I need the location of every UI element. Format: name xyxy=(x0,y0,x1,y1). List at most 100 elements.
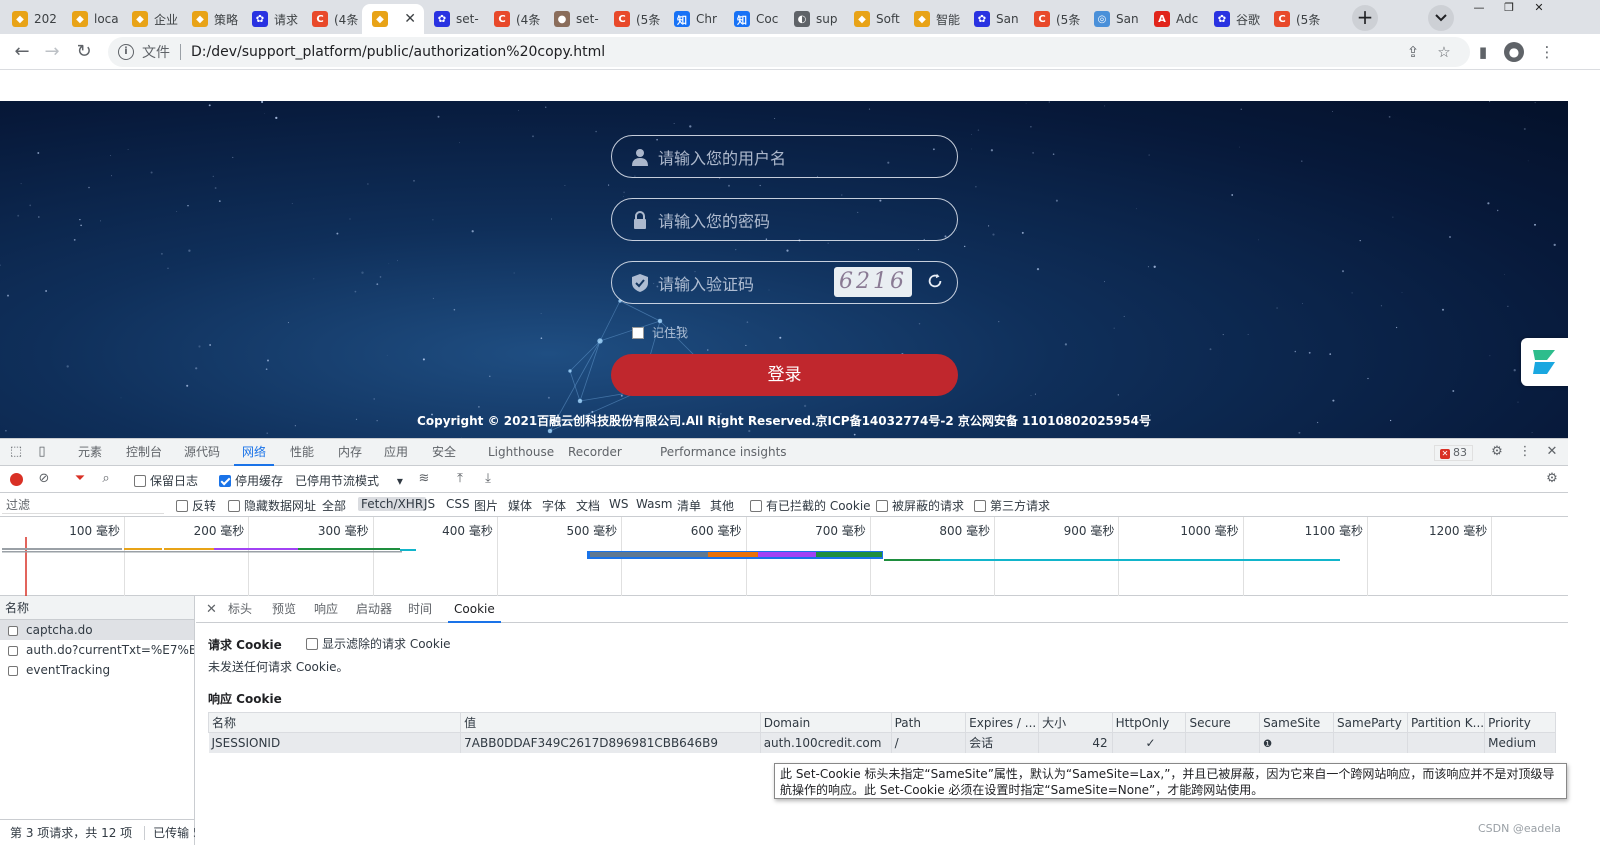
password-field[interactable]: 请输入您的密码 xyxy=(611,198,958,241)
back-button[interactable]: ← xyxy=(10,40,34,64)
browser-tab-19[interactable]: A Adc xyxy=(1144,4,1204,34)
devtools-tab-7[interactable]: 安全 xyxy=(424,439,464,466)
type-filter-8[interactable]: WS xyxy=(609,497,628,511)
show-filtered-checkbox[interactable] xyxy=(306,638,318,650)
browser-tab-15[interactable]: ◆ 智能 xyxy=(904,4,964,34)
filter-input[interactable]: 过滤 xyxy=(2,496,164,514)
browser-tab-17[interactable]: C (5条 xyxy=(1024,4,1084,34)
third-party-toggle[interactable]: 第三方请求 xyxy=(974,497,1050,514)
blocked-requests-toggle[interactable]: 被屏蔽的请求 xyxy=(876,497,964,514)
detail-tab-1[interactable]: 预览 xyxy=(266,596,302,623)
browser-tab-12[interactable]: 知 Coc xyxy=(724,4,784,34)
devtools-tab-1[interactable]: 控制台 xyxy=(118,439,170,466)
browser-tab-5[interactable]: C (4条 xyxy=(302,4,362,34)
devtools-tab-9[interactable]: Recorder xyxy=(560,439,630,466)
devtools-tab-4[interactable]: 性能 xyxy=(282,439,322,466)
close-tab-icon[interactable]: ✕ xyxy=(404,11,416,27)
type-filter-2[interactable]: JS xyxy=(424,497,435,511)
cookie-column-header[interactable]: Priority xyxy=(1484,712,1556,733)
login-button[interactable]: 登录 xyxy=(611,354,958,396)
browser-tab-16[interactable]: ✿ San xyxy=(964,4,1024,34)
new-tab-button[interactable]: + xyxy=(1352,5,1378,31)
device-toolbar-icon[interactable]: ▯ xyxy=(34,444,50,460)
info-icon[interactable]: i xyxy=(118,44,134,60)
network-settings-gear-icon[interactable]: ⚙ xyxy=(1544,471,1560,487)
filter-funnel-icon[interactable]: ⏷ xyxy=(72,471,88,487)
browser-tab-1[interactable]: ◆ loca xyxy=(62,4,122,34)
settings-gear-icon[interactable]: ⚙ xyxy=(1489,444,1505,460)
url-text[interactable]: D:/dev/support_platform/public/authoriza… xyxy=(191,44,605,60)
export-har-icon[interactable]: ⤓ xyxy=(480,471,496,487)
browser-tab-10[interactable]: C (5条 xyxy=(604,4,664,34)
request-row[interactable]: captcha.do xyxy=(0,620,194,640)
samesite-warning-icon[interactable]: ❶ xyxy=(1263,739,1272,750)
close-window-button[interactable]: ✕ xyxy=(1524,0,1554,18)
third-party-checkbox[interactable] xyxy=(974,500,986,512)
captcha-image[interactable]: 6216 xyxy=(834,267,912,297)
show-filtered-toggle[interactable]: 显示滤除的请求 Cookie xyxy=(306,635,451,652)
request-row[interactable]: eventTracking xyxy=(0,660,194,680)
detail-tab-2[interactable]: 响应 xyxy=(308,596,344,623)
devtools-tab-3[interactable]: 网络 xyxy=(234,439,275,466)
type-filter-6[interactable]: 字体 xyxy=(542,497,566,514)
devtools-tab-5[interactable]: 内存 xyxy=(330,439,370,466)
devtools-tab-6[interactable]: 应用 xyxy=(376,439,416,466)
import-har-icon[interactable]: ⤒ xyxy=(452,471,468,487)
browser-tab-18[interactable]: ◎ San xyxy=(1084,4,1144,34)
browser-tab-9[interactable]: ● set- xyxy=(544,4,604,34)
preserve-log-checkbox[interactable] xyxy=(134,475,146,487)
detail-tab-5[interactable]: Cookie xyxy=(448,596,501,623)
disable-cache-checkbox[interactable] xyxy=(219,475,231,487)
type-filter-7[interactable]: 文档 xyxy=(576,497,600,514)
cookie-column-header[interactable]: Domain xyxy=(759,712,892,733)
blocked-cookies-toggle[interactable]: 有已拦截的 Cookie xyxy=(750,497,871,514)
refresh-captcha-icon[interactable] xyxy=(926,272,944,290)
cookie-column-header[interactable]: SameSite xyxy=(1259,712,1335,733)
cookie-column-header[interactable]: 大小 xyxy=(1038,712,1113,733)
hide-data-urls-checkbox[interactable] xyxy=(228,500,240,512)
throttling-select[interactable]: 已停用节流模式 ▾ xyxy=(295,472,403,489)
detail-tab-4[interactable]: 时间 xyxy=(402,596,438,623)
profile-avatar-icon[interactable]: ● xyxy=(1504,42,1524,62)
name-column-header[interactable]: 名称 xyxy=(0,596,194,620)
side-panel-icon[interactable]: ▮ xyxy=(1474,43,1492,61)
invert-toggle[interactable]: 反转 xyxy=(176,497,216,514)
type-filter-1[interactable]: Fetch/XHR xyxy=(358,497,427,511)
cookie-column-header[interactable]: HttpOnly xyxy=(1111,712,1187,733)
clear-icon[interactable]: ⊘ xyxy=(36,471,52,487)
type-filter-9[interactable]: Wasm xyxy=(636,497,672,511)
preserve-log-toggle[interactable]: 保留日志 xyxy=(134,472,198,489)
request-row[interactable]: auth.do?currentTxt=%E7%B3... xyxy=(0,640,194,660)
forward-button[interactable]: → xyxy=(40,40,64,64)
restore-window-button[interactable]: ❐ xyxy=(1494,0,1524,18)
browser-tab-7[interactable]: ✿ set- xyxy=(424,4,484,34)
reload-button[interactable]: ↻ xyxy=(72,40,96,64)
cookie-column-header[interactable]: Expires / ... xyxy=(965,712,1040,733)
detail-tab-3[interactable]: 启动器 xyxy=(350,596,398,623)
browser-tab-0[interactable]: ◆ 202 xyxy=(2,4,62,34)
network-timeline-overview[interactable]: 100 毫秒 200 毫秒 300 毫秒 400 毫秒 500 毫秒 600 毫秒 700 … xyxy=(0,517,1568,596)
disable-cache-toggle[interactable]: 停用缓存 xyxy=(219,472,283,489)
cookie-column-header[interactable]: 值 xyxy=(460,712,761,733)
search-icon[interactable]: ⌕ xyxy=(98,471,114,487)
share-icon[interactable]: ⇪ xyxy=(1404,43,1422,61)
type-filter-3[interactable]: CSS xyxy=(446,497,470,511)
record-icon[interactable] xyxy=(10,473,23,486)
browser-tab-21[interactable]: C (5条 xyxy=(1264,4,1324,34)
blocked-requests-checkbox[interactable] xyxy=(876,500,888,512)
cookie-column-header[interactable]: Path xyxy=(890,712,967,733)
username-field[interactable]: 请输入您的用户名 xyxy=(611,135,958,178)
type-filter-5[interactable]: 媒体 xyxy=(508,497,532,514)
blocked-cookies-checkbox[interactable] xyxy=(750,500,762,512)
captcha-field[interactable]: 请输入验证码 6216 xyxy=(611,261,958,304)
more-menu-icon[interactable]: ⋮ xyxy=(1538,43,1556,61)
browser-tab-13[interactable]: ◐ sup xyxy=(784,4,844,34)
devtools-tab-2[interactable]: 源代码 xyxy=(176,439,228,466)
type-filter-11[interactable]: 其他 xyxy=(710,497,734,514)
devtools-tab-8[interactable]: Lighthouse xyxy=(480,439,562,466)
type-filter-10[interactable]: 清单 xyxy=(677,497,701,514)
close-detail-icon[interactable]: ✕ xyxy=(200,596,223,623)
type-filter-0[interactable]: 全部 xyxy=(322,497,346,514)
devtools-tab-0[interactable]: 元素 xyxy=(70,439,110,466)
close-devtools-icon[interactable]: ✕ xyxy=(1544,444,1560,460)
